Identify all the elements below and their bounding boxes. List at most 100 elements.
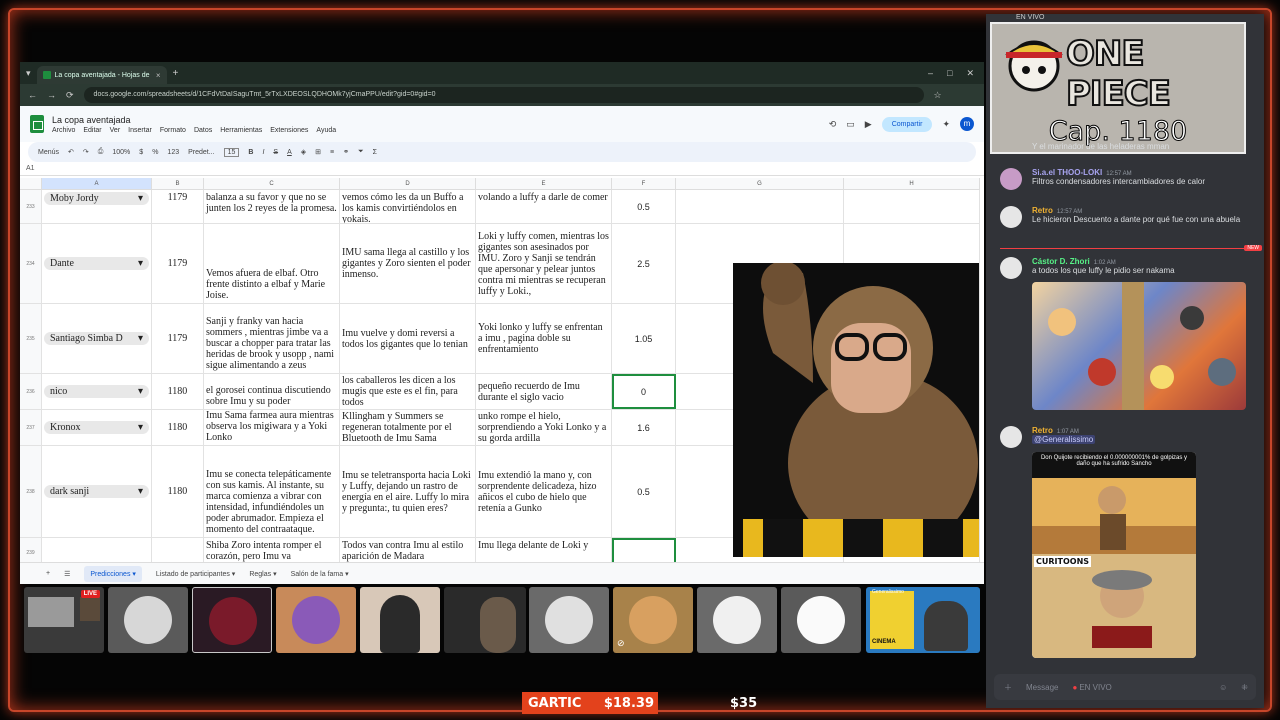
screen-share-thumbnail[interactable]: LIVE: [24, 587, 104, 653]
menu-ver[interactable]: Ver: [110, 127, 121, 134]
print-icon[interactable]: ⎙: [98, 148, 104, 156]
bold-button[interactable]: B: [248, 149, 253, 156]
col-header-g[interactable]: G: [676, 178, 844, 189]
strike-button[interactable]: S: [273, 149, 278, 156]
prediction-cell[interactable]: Yoki lonko y luffy se enfrentan a imu , …: [476, 304, 612, 373]
col-header-f[interactable]: F: [612, 178, 676, 189]
link-icon[interactable]: ⚭: [343, 148, 349, 156]
bookmark-star-icon[interactable]: ☆: [934, 90, 942, 101]
menu-archivo[interactable]: Archivo: [52, 127, 75, 134]
prediction-cell[interactable]: balanza a su favor y que no se junten lo…: [204, 190, 340, 223]
history-icon[interactable]: ⟲: [829, 119, 837, 130]
close-tab-icon[interactable]: ×: [156, 71, 161, 80]
participant-webcam-tile[interactable]: [444, 587, 526, 653]
prediction-cell[interactable]: pequeño recuerdo de Imu durante el siglo…: [476, 374, 612, 409]
avatar[interactable]: [1000, 257, 1022, 279]
menu-editar[interactable]: Editar: [83, 127, 101, 134]
participant-tile[interactable]: [781, 587, 861, 653]
empty-cell[interactable]: [676, 190, 844, 223]
row-number[interactable]: 233: [20, 190, 42, 223]
menu-herramientas[interactable]: Herramientas: [220, 127, 262, 134]
chapter-cell[interactable]: 1179: [152, 304, 204, 373]
tab-listado[interactable]: Listado de participantes ▾: [156, 570, 235, 578]
sheets-logo-icon[interactable]: [30, 115, 44, 133]
tab-salon[interactable]: Salón de la fama ▾: [291, 570, 349, 578]
participant-tile[interactable]: [108, 587, 188, 653]
participant-tile[interactable]: [192, 587, 272, 653]
borders-icon[interactable]: ⊞: [315, 148, 321, 156]
number-format-button[interactable]: 123: [167, 149, 179, 156]
zoom-select[interactable]: 100%: [112, 149, 130, 156]
prediction-cell[interactable]: IMU sama llega al castillo y los gigante…: [340, 224, 476, 303]
prediction-cell[interactable]: Imu extendió la mano y, con sorprendente…: [476, 446, 612, 537]
participant-tile[interactable]: [697, 587, 777, 653]
score-cell[interactable]: 0.5: [612, 190, 676, 223]
score-cell[interactable]: 1.05: [612, 304, 676, 373]
prediction-cell[interactable]: vemos cómo les da un Buffo a los kamis c…: [340, 190, 476, 223]
minimize-icon[interactable]: –: [928, 68, 933, 79]
forward-icon[interactable]: →: [47, 90, 56, 100]
apps-icon[interactable]: ⁜: [1241, 683, 1248, 692]
chapter-cell[interactable]: 1179: [152, 224, 204, 303]
name-box[interactable]: A1: [20, 162, 984, 176]
fill-color-icon[interactable]: ◈: [301, 148, 306, 156]
filter-icon[interactable]: ⏷: [358, 148, 364, 156]
avatar[interactable]: [1000, 206, 1022, 228]
tab-predicciones[interactable]: Predicciones ▾: [84, 565, 142, 582]
row-number[interactable]: 236: [20, 374, 42, 409]
chapter-cell[interactable]: 1180: [152, 410, 204, 445]
prediction-cell[interactable]: Loki y luffy comen, mientras los gigante…: [476, 224, 612, 303]
search-menus[interactable]: Menús: [38, 149, 59, 156]
score-cell[interactable]: 2.5: [612, 224, 676, 303]
add-attachment-icon[interactable]: ＋: [1004, 682, 1012, 693]
participant-tile[interactable]: [276, 587, 356, 653]
align-icon[interactable]: ≡: [330, 149, 334, 156]
prediction-cell[interactable]: Sanji y franky van hacia sommers , mient…: [204, 304, 340, 373]
currency-button[interactable]: $: [139, 149, 143, 156]
browser-tab[interactable]: La copa aventajada - Hojas de ×: [36, 66, 167, 84]
avatar[interactable]: [1000, 168, 1022, 190]
document-title[interactable]: La copa aventajada: [52, 115, 336, 125]
name-dropdown[interactable]: dark sanji ▾: [44, 485, 149, 498]
prediction-cell[interactable]: Imu se teletransporta hacia Loki y Luffy…: [340, 446, 476, 537]
font-select[interactable]: Predet...: [188, 149, 214, 156]
mention[interactable]: @Generalissimo: [1032, 435, 1096, 444]
name-dropdown[interactable]: nico ▾: [44, 385, 149, 398]
gemini-icon[interactable]: ✦: [942, 119, 950, 130]
name-dropdown[interactable]: Santiago Simba D ▾: [44, 332, 149, 345]
chapter-cell[interactable]: 1180: [152, 446, 204, 537]
score-cell[interactable]: 1.6: [612, 410, 676, 445]
emoji-icon[interactable]: ☺: [1219, 683, 1227, 692]
maximize-icon[interactable]: □: [947, 68, 952, 79]
chapter-cell[interactable]: 1180: [152, 374, 204, 409]
prediction-cell[interactable]: volando a luffy a darle de comer: [476, 190, 612, 223]
undo-icon[interactable]: ↶: [68, 148, 74, 156]
url-input[interactable]: docs.google.com/spreadsheets/d/1CFdVtDaI…: [83, 87, 924, 103]
participant-webcam-tile[interactable]: Generalissimo CINEMA: [866, 587, 980, 653]
col-header-d[interactable]: D: [340, 178, 476, 189]
username[interactable]: Cástor D. Zhori: [1032, 257, 1090, 266]
comments-icon[interactable]: ▭: [846, 119, 855, 130]
prediction-cell[interactable]: los caballeros les dicen a los mugis que…: [340, 374, 476, 409]
functions-icon[interactable]: Σ: [373, 149, 377, 156]
chapter-cell[interactable]: 1179: [152, 190, 204, 223]
name-dropdown[interactable]: Dante ▾: [44, 257, 149, 270]
percent-button[interactable]: %: [152, 149, 158, 156]
username[interactable]: Retro: [1032, 426, 1053, 435]
menu-datos[interactable]: Datos: [194, 127, 212, 134]
back-icon[interactable]: ←: [28, 90, 37, 100]
prediction-cell[interactable]: Vemos afuera de elbaf. Otro frente disti…: [204, 224, 340, 303]
col-header-a[interactable]: A: [42, 178, 152, 189]
col-header-h[interactable]: H: [844, 178, 980, 189]
reload-icon[interactable]: ⟳: [66, 90, 74, 101]
row-number[interactable]: 234: [20, 224, 42, 303]
prediction-cell[interactable]: el gorosei continua discutiendo sobre Im…: [204, 374, 340, 409]
participant-webcam-tile[interactable]: [360, 587, 440, 653]
menu-extensiones[interactable]: Extensiones: [270, 127, 308, 134]
username[interactable]: Si.a.el THOO-LOKI: [1032, 168, 1102, 177]
quijote-meme-image[interactable]: Don Quijote recibiendo el 0.000000001% d…: [1032, 452, 1196, 658]
new-tab-button[interactable]: +: [173, 68, 179, 79]
row-number[interactable]: 235: [20, 304, 42, 373]
redo-icon[interactable]: ↷: [83, 148, 89, 156]
nakama-image[interactable]: [1032, 282, 1246, 410]
